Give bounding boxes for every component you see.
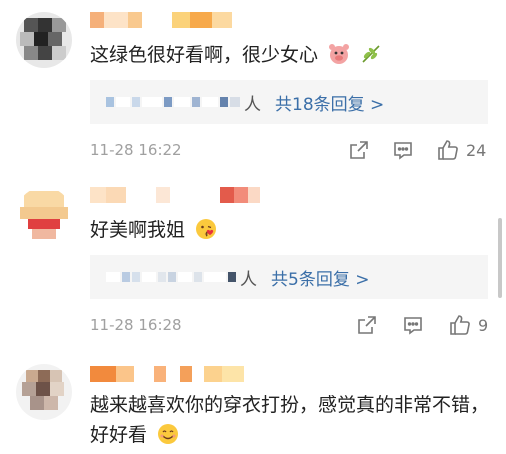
like-count: 9 [478,315,489,335]
like-count: 24 [466,140,487,160]
comment-time: 11-28 16:22 [90,141,182,159]
reply-suffix: 人 [244,94,261,115]
comment-text-content: 好美啊我姐 [90,219,186,241]
comment-text: 好美啊我姐 [90,217,217,243]
comment-icon[interactable] [402,314,424,336]
avatar[interactable] [16,12,72,68]
view-replies-link[interactable]: 共18条回复 > [275,90,384,115]
comment-text: 这绿色很好看啊，很少女心 [90,42,382,68]
reply-suffix: 人 [240,269,257,290]
comment-actions: 24 [348,138,486,162]
kiss-emoji-icon [195,218,217,240]
reply-preview[interactable]: 人 共5条回复 > [90,255,488,299]
plant-emoji-icon [360,43,382,65]
like-icon [436,138,460,162]
avatar-image [16,364,72,420]
smile-emoji-icon [157,423,179,445]
comment-text-content: 这绿色很好看啊，很少女心 [90,44,319,66]
scrollbar[interactable] [498,218,502,298]
comment-text-content: 越来越喜欢你的穿衣打扮，感觉真的非常不错，好好看 [90,394,490,446]
view-replies-link[interactable]: 共5条回复 > [271,265,369,290]
comment-text: 越来越喜欢你的穿衣打扮，感觉真的非常不错，好好看 [90,390,490,450]
pig-emoji-icon [328,43,350,65]
share-icon[interactable] [356,314,378,336]
reply-users-blurred [106,272,236,282]
avatar[interactable] [16,187,72,243]
username-blurred[interactable] [90,187,260,205]
like-icon [448,313,472,337]
comment-item: 越来越喜欢你的穿衣打扮，感觉真的非常不错，好好看 [0,350,506,447]
avatar-image [16,12,72,68]
avatar-image [16,187,72,243]
comment-time: 11-28 16:28 [90,316,182,334]
comment-item: 好美啊我姐 人 共5条回复 > 11-28 16:28 9 [0,175,506,350]
share-icon[interactable] [348,139,370,161]
like-button[interactable]: 24 [436,138,486,162]
comment-icon[interactable] [392,139,414,161]
username-blurred[interactable] [90,366,244,384]
like-button[interactable]: 9 [448,313,488,337]
reply-preview[interactable]: 人 共18条回复 > [90,80,488,124]
comment-item: 这绿色很好看啊，很少女心 人 共18条回复 > 11-28 16:22 24 [0,0,506,175]
avatar[interactable] [16,364,72,420]
reply-users-blurred [106,97,240,107]
username-blurred[interactable] [90,12,232,30]
comment-actions: 9 [356,313,488,337]
